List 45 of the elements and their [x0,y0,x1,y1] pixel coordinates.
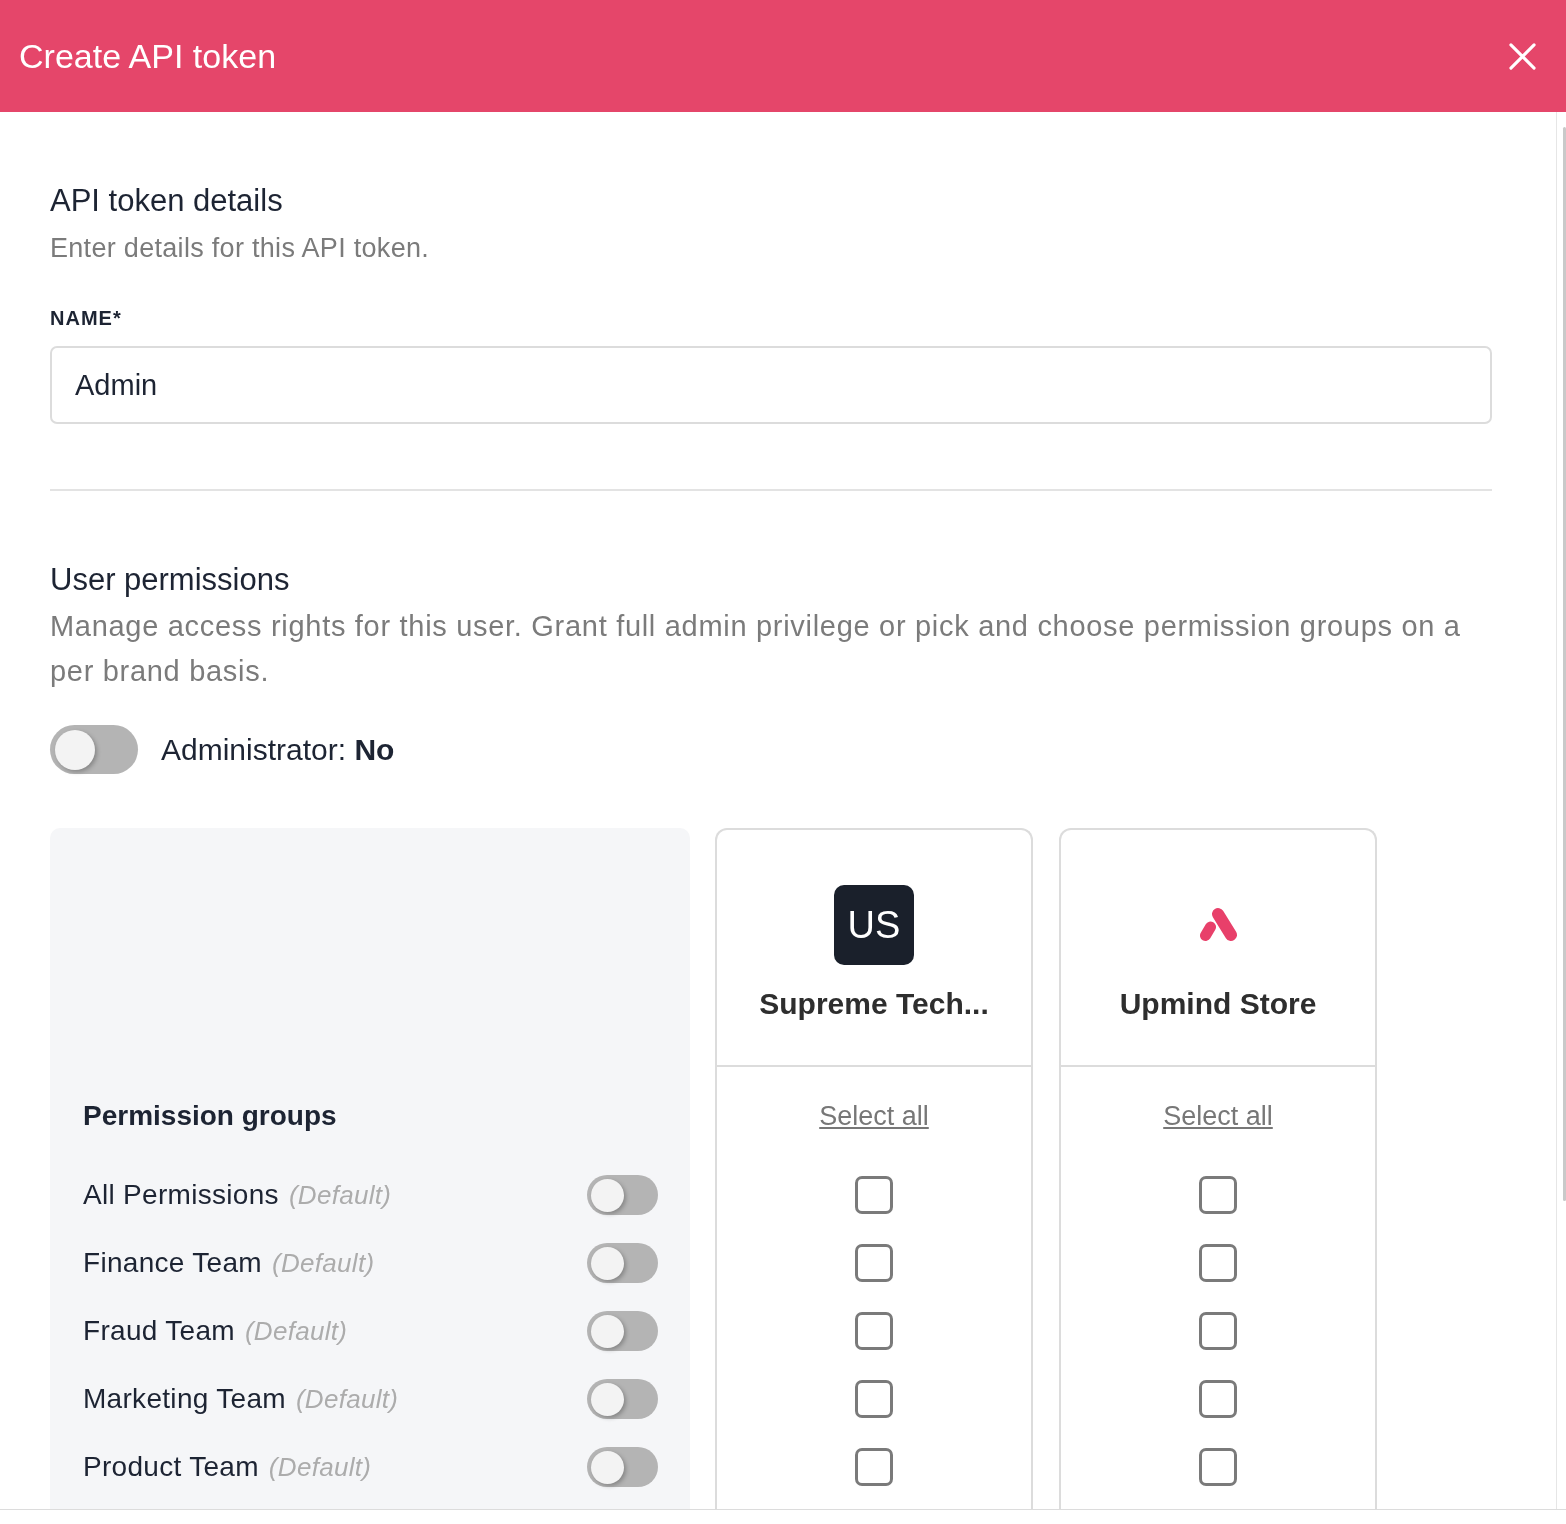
checkbox[interactable] [855,1380,893,1418]
section-description: Enter details for this API token. [50,232,431,265]
close-button[interactable] [1507,41,1537,71]
toggle-switch[interactable] [587,1175,658,1215]
group-name: Product Team [83,1450,259,1484]
default-note: (Default) [244,1315,348,1348]
select-all-link[interactable]: Select all [1163,1100,1273,1132]
toggle-switch[interactable] [587,1379,658,1419]
scrollbar-track[interactable] [1556,112,1566,1509]
group-name: Finance Team [83,1246,262,1280]
select-all-link[interactable]: Select all [819,1100,929,1132]
toggle-switch[interactable] [50,725,138,774]
brand-logo: US [834,885,914,965]
scrollbar-thumb[interactable] [1563,127,1566,1201]
brand-name: Upmind Store [1119,986,1317,1022]
checkbox[interactable] [1199,1448,1237,1486]
group-name: Marketing Team [83,1382,286,1416]
section-heading: User permissions [50,562,291,598]
toggle-switch[interactable] [587,1447,658,1487]
checkbox[interactable] [1199,1380,1237,1418]
group-name: Fraud Team [83,1314,235,1348]
checkbox[interactable] [1199,1312,1237,1350]
name-input-field[interactable]: Admin [50,346,1492,424]
brand-logo-icon [1197,907,1239,943]
checkbox[interactable] [855,1448,893,1486]
dialog-title: Create API token [19,36,277,76]
default-note: (Default) [271,1247,375,1280]
default-note: (Default) [268,1451,372,1484]
permission-groups-heading: Permission groups [83,1100,338,1132]
checkbox[interactable] [1199,1176,1237,1214]
checkbox[interactable] [855,1312,893,1350]
brand-name: Supreme Tech... [759,986,989,1022]
close-icon [1508,42,1536,70]
default-note: (Default) [295,1383,399,1416]
toggle-switch[interactable] [587,1311,658,1351]
section-description: Manage access rights for this user. Grant full admin privilege or pick and choose permission groups on a per brand basis. [50,609,1462,689]
group-name: All Permissions [83,1178,279,1212]
section-heading: API token details [50,183,284,219]
checkbox[interactable] [855,1176,893,1214]
checkbox[interactable] [855,1244,893,1282]
administrator-label: Administrator: No [161,731,395,768]
checkbox[interactable] [1199,1244,1237,1282]
field-label: NAME* [50,306,123,330]
toggle-switch[interactable] [587,1243,658,1283]
default-note: (Default) [288,1179,392,1212]
